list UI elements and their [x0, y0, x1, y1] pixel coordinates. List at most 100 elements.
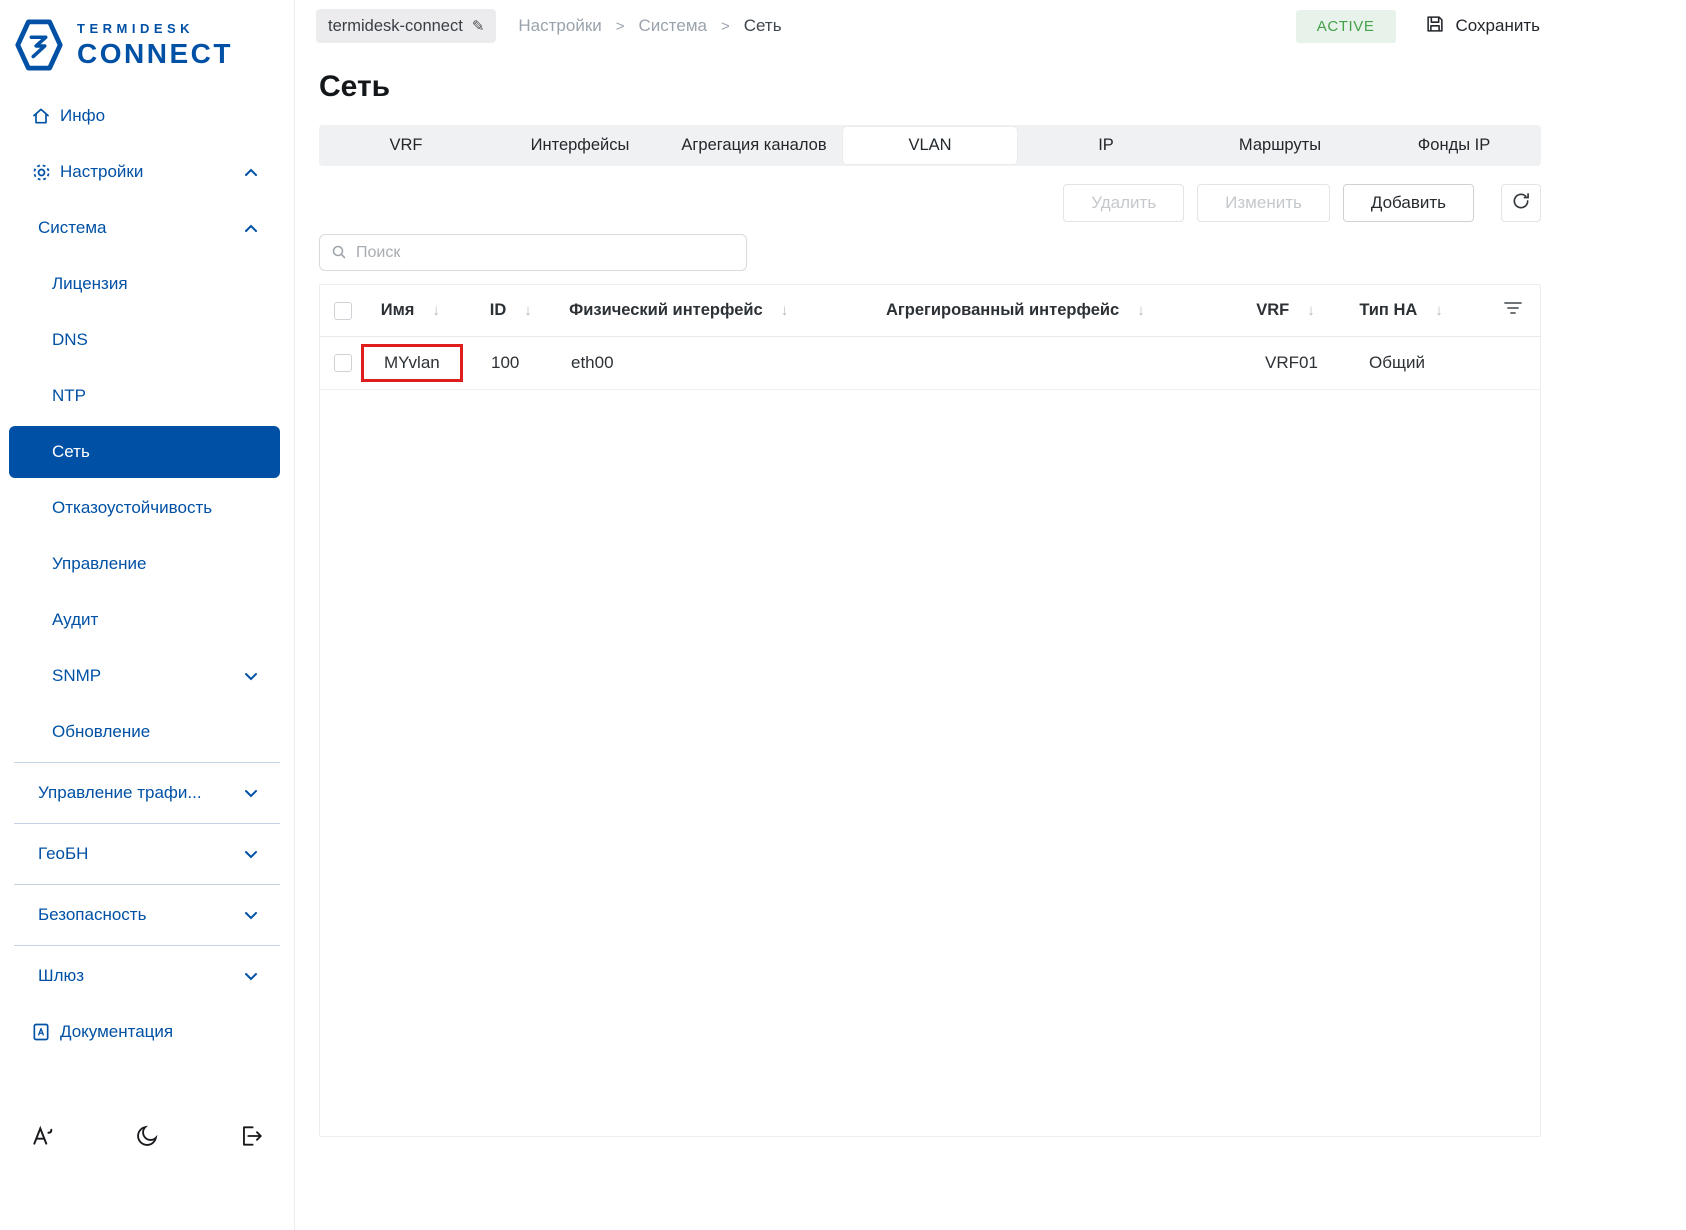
- tab-ip[interactable]: IP: [1019, 125, 1193, 166]
- breadcrumb-network: Сеть: [744, 16, 782, 36]
- sidebar-divider: [14, 945, 280, 946]
- select-all-checkbox[interactable]: [334, 302, 352, 320]
- sidebar-item-security[interactable]: Безопасность: [0, 887, 294, 943]
- sidebar-item-label: Инфо: [60, 106, 105, 126]
- sidebar-item-label: Настройки: [60, 162, 143, 182]
- tab-routes[interactable]: Маршруты: [1193, 125, 1367, 166]
- sort-icon: ↓: [781, 302, 789, 319]
- sidebar-item-label: Обновление: [52, 722, 150, 742]
- chevron-down-icon: [244, 911, 258, 920]
- breadcrumb-settings[interactable]: Настройки: [518, 16, 601, 36]
- sidebar-item-label: Сеть: [52, 442, 90, 462]
- logout-icon: [238, 1123, 264, 1152]
- sidebar-item-update[interactable]: Обновление: [0, 704, 294, 760]
- sidebar-item-dns[interactable]: DNS: [0, 312, 294, 368]
- sidebar-item-label: Лицензия: [52, 274, 128, 294]
- save-button-label: Сохранить: [1456, 16, 1540, 36]
- search-input[interactable]: [319, 234, 747, 271]
- home-icon: [30, 106, 52, 126]
- sort-icon: ↓: [524, 302, 532, 319]
- chevron-up-icon: [244, 224, 258, 233]
- actions-bar: Удалить Изменить Добавить: [319, 184, 1541, 222]
- sidebar-item-network[interactable]: Сеть: [9, 426, 280, 478]
- cell-ha-type: Общий: [1348, 337, 1494, 389]
- sidebar: TERMIDESK CONNECT Инфо Настройки Система: [0, 0, 295, 1230]
- cell-name: MYvlan: [360, 337, 470, 389]
- sidebar-item-ntp[interactable]: NTP: [0, 368, 294, 424]
- sidebar-item-label: Безопасность: [38, 905, 146, 925]
- breadcrumb-separator: >: [616, 18, 625, 35]
- sidebar-item-documentation[interactable]: Документация: [0, 1004, 294, 1060]
- sidebar-item-info[interactable]: Инфо: [0, 88, 294, 144]
- tab-vlan[interactable]: VLAN: [843, 127, 1017, 164]
- search: [319, 234, 747, 271]
- add-button[interactable]: Добавить: [1343, 184, 1474, 222]
- tab-link-aggregation[interactable]: Агрегация каналов: [667, 125, 841, 166]
- brand-name-top: TERMIDESK: [77, 21, 233, 36]
- sidebar-footer: [0, 1123, 294, 1152]
- delete-button[interactable]: Удалить: [1063, 184, 1184, 222]
- sidebar-item-settings[interactable]: Настройки: [0, 144, 294, 200]
- logout-button[interactable]: [238, 1123, 264, 1152]
- vlan-name: MYvlan: [384, 353, 440, 373]
- chevron-down-icon: [244, 972, 258, 981]
- documentation-icon: [30, 1022, 52, 1042]
- theme-toggle-button[interactable]: [134, 1123, 160, 1152]
- edit-icon: ✎: [472, 17, 485, 35]
- chevron-down-icon: [244, 672, 258, 681]
- chevron-down-icon: [244, 850, 258, 859]
- row-checkbox-cell: [320, 337, 360, 389]
- annotation-highlight: MYvlan: [361, 344, 463, 382]
- sidebar-item-system[interactable]: Система: [0, 200, 294, 256]
- moon-icon: [134, 1123, 160, 1152]
- table-header: Имя ↓ ID ↓ Физический интерфейс ↓ Агреги…: [320, 285, 1540, 337]
- breadcrumb: Настройки > Система > Сеть: [518, 16, 781, 36]
- row-checkbox[interactable]: [334, 354, 352, 372]
- gear-icon: [30, 162, 52, 183]
- column-header-aggregated-interface[interactable]: Агрегированный интерфейс ↓: [865, 285, 1235, 336]
- sidebar-item-failover[interactable]: Отказоустойчивость: [0, 480, 294, 536]
- page-title: Сеть: [319, 70, 1541, 104]
- sidebar-item-label: NTP: [52, 386, 86, 406]
- brand: TERMIDESK CONNECT: [0, 0, 294, 88]
- column-header-name[interactable]: Имя ↓: [360, 285, 469, 336]
- sidebar-item-audit[interactable]: Аудит: [0, 592, 294, 648]
- brand-logo: [12, 17, 66, 73]
- sidebar-item-label: Отказоустойчивость: [52, 498, 212, 518]
- filter-icon[interactable]: [1504, 301, 1522, 320]
- sidebar-item-license[interactable]: Лицензия: [0, 256, 294, 312]
- sidebar-item-geobn[interactable]: ГеоБН: [0, 826, 294, 882]
- breadcrumb-system[interactable]: Система: [639, 16, 707, 36]
- sidebar-item-snmp[interactable]: SNMP: [0, 648, 294, 704]
- cell-filter-spacer: [1494, 337, 1540, 389]
- language-toggle-button[interactable]: [30, 1123, 56, 1152]
- tabs-bar: VRF Интерфейсы Агрегация каналов VLAN IP…: [319, 125, 1541, 166]
- column-header-physical-interface[interactable]: Физический интерфейс ↓: [548, 285, 865, 336]
- refresh-button[interactable]: [1501, 184, 1541, 222]
- column-header-vrf[interactable]: VRF ↓: [1235, 285, 1338, 336]
- sidebar-item-management[interactable]: Управление: [0, 536, 294, 592]
- vlan-table: Имя ↓ ID ↓ Физический интерфейс ↓ Агреги…: [319, 284, 1541, 1137]
- edit-button[interactable]: Изменить: [1197, 184, 1330, 222]
- sidebar-item-label: Аудит: [52, 610, 98, 630]
- sidebar-divider: [14, 884, 280, 885]
- table-row[interactable]: MYvlan 100 eth00 VRF01 Общий: [320, 337, 1540, 390]
- tab-vrf[interactable]: VRF: [319, 125, 493, 166]
- column-header-ha-type[interactable]: Тип HA ↓: [1338, 285, 1483, 336]
- chevron-up-icon: [244, 168, 258, 177]
- sidebar-item-label: Система: [38, 218, 106, 238]
- sidebar-item-label: ГеоБН: [38, 844, 88, 864]
- sidebar-item-label: Документация: [60, 1022, 173, 1042]
- hostname-chip[interactable]: termidesk-connect ✎: [316, 9, 496, 43]
- sort-icon: ↓: [1137, 302, 1145, 319]
- tab-ip-pools[interactable]: Фонды IP: [1367, 125, 1541, 166]
- column-header-id[interactable]: ID ↓: [469, 285, 548, 336]
- sidebar-item-traffic-management[interactable]: Управление трафи...: [0, 765, 294, 821]
- main-content: Сеть VRF Интерфейсы Агрегация каналов VL…: [296, 52, 1686, 1230]
- breadcrumb-separator: >: [721, 18, 730, 35]
- brand-name-bottom: CONNECT: [77, 38, 233, 70]
- cell-aggregated-interface: [870, 337, 1244, 389]
- tab-interfaces[interactable]: Интерфейсы: [493, 125, 667, 166]
- save-button[interactable]: Сохранить: [1424, 13, 1540, 40]
- sidebar-item-gateway[interactable]: Шлюз: [0, 948, 294, 1004]
